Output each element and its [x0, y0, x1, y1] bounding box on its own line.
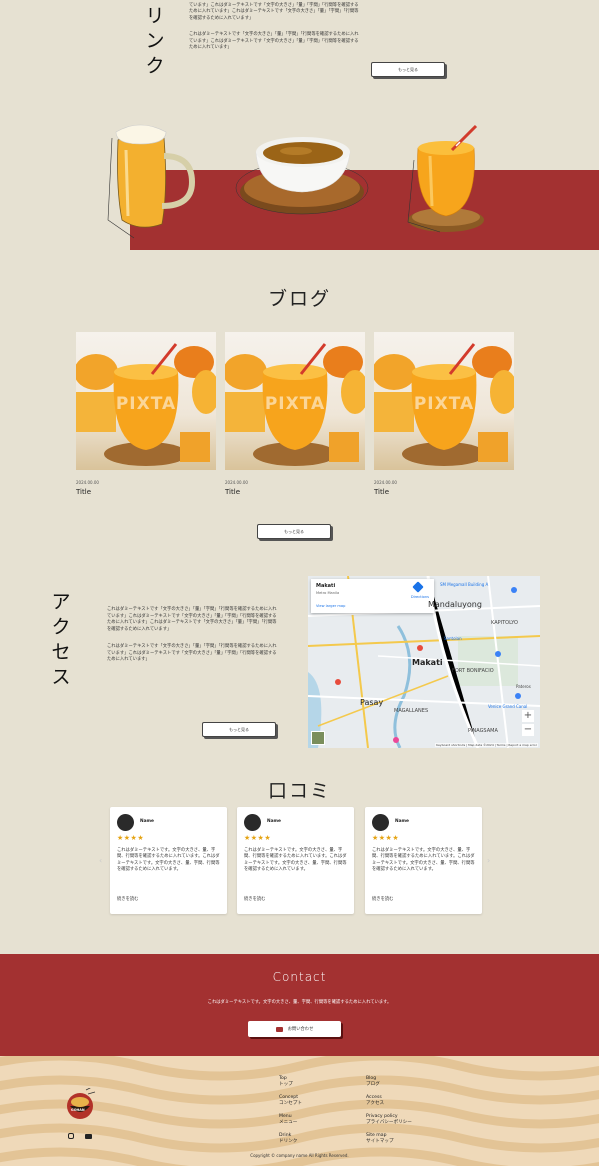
map-label: Santolan [444, 636, 462, 641]
instagram-icon[interactable] [68, 1133, 74, 1139]
carousel-prev-icon[interactable]: ‹ [99, 856, 102, 865]
map-place-sub: Metro Manila [316, 591, 340, 595]
link-paragraph-2: これはダミーテキストです「文字の大きさ」「量」「字間」「行間等を確認するために入… [189, 32, 359, 51]
contact-button-label: お問い合わせ [287, 1027, 314, 1032]
page: リンク これはダミーテキストです「文字の大きさ」「量」「字間」「行間等を確認する… [0, 0, 599, 1166]
footer-link-top[interactable]: Top トップ [279, 1076, 302, 1088]
footer-link-menu[interactable]: Menu メニュー [279, 1114, 302, 1126]
footer-nav-col-1: Top トップ Concept コンセプト Menu メニュー Drink ドリンク [279, 1076, 302, 1152]
access-paragraph-1: これはダミーテキストです「文字の大きさ」「量」「字間」「行間等を確認するために入… [107, 607, 277, 632]
map-label: SM Megamall Building A [440, 582, 489, 587]
avatar [372, 814, 389, 831]
blog-card-title[interactable]: Title [225, 488, 365, 496]
footer-link-drink[interactable]: Drink ドリンク [279, 1133, 302, 1145]
blog-card[interactable]: PIXTA 2024.00.00 Title [76, 332, 216, 496]
logo-text: GOHAN [71, 1108, 85, 1112]
review-text: これはダミーテキストです。文字の大きさ、量、字間、行間等を確認するために入れてい… [372, 848, 475, 873]
review-read-more-link[interactable]: 続きを読む [117, 896, 138, 902]
access-section-title: アクセス [51, 591, 71, 688]
drinks-illustration [107, 124, 484, 239]
contact-button[interactable]: お問い合わせ [248, 1021, 341, 1037]
tea-cup-image [235, 137, 369, 215]
site-logo[interactable]: GOHAN [64, 1085, 96, 1120]
mail-icon [275, 1026, 283, 1032]
blog-more-button[interactable]: もっと見る [257, 524, 331, 539]
map-label: Mandaluyong [428, 600, 482, 609]
zoom-out-button[interactable]: − [522, 724, 534, 736]
google-map[interactable]: Makati Metro Manila View larger map Dire… [308, 576, 540, 748]
blog-card-watermark: PIXTA [264, 394, 326, 414]
footer: GOHAN Top トップ Concept コンセプト Menu メニュー Drink… [0, 1056, 599, 1166]
zoom-in-button[interactable]: + [522, 710, 534, 722]
review-stars: ★★★★ [372, 834, 400, 842]
map-label: Venice Grand Canal [488, 704, 528, 709]
blog-card-watermark: PIXTA [413, 394, 475, 414]
footer-nav-col-2: Blog ブログ Access アクセス Privacy policy プライバシーポ… [366, 1076, 412, 1152]
review-card: Name ★★★★ これはダミーテキストです。文字の大きさ、量、字間、行間等を確… [365, 807, 482, 914]
blog-card-watermark: PIXTA [115, 394, 177, 414]
map-larger-link[interactable]: View larger map [316, 604, 345, 608]
blog-card-title[interactable]: Title [76, 488, 216, 496]
map-label: FORT BONIFACIO [452, 668, 494, 674]
review-name: Name [395, 819, 409, 824]
blog-card-title[interactable]: Title [374, 488, 514, 496]
carousel-next-icon[interactable]: › [487, 856, 490, 865]
map-label: Makati [412, 658, 443, 667]
blog-card-image: PIXTA [374, 332, 514, 470]
footer-link-sitemap[interactable]: Site map サイトマップ [366, 1133, 412, 1145]
review-read-more-link[interactable]: 続きを読む [372, 896, 393, 902]
map-label: KAPITOLYO [491, 620, 518, 626]
review-stars: ★★★★ [244, 834, 272, 842]
blog-heading: ブログ [267, 288, 331, 310]
access-more-button[interactable]: もっと見る [202, 722, 276, 737]
blog-card[interactable]: PIXTA 2024.00.00 Title [225, 332, 365, 496]
link-section-title: リンク [145, 5, 165, 77]
map-label: MAGALLANES [394, 708, 429, 714]
review-stars: ★★★★ [117, 834, 145, 842]
blog-card-date: 2024.00.00 [76, 480, 99, 485]
avatar [117, 814, 134, 831]
review-read-more-link[interactable]: 続きを読む [244, 896, 265, 902]
review-text: これはダミーテキストです。文字の大きさ、量、字間、行間等を確認するために入れてい… [244, 848, 347, 873]
map-label: Pateros [516, 684, 531, 689]
footer-link-access[interactable]: Access アクセス [366, 1095, 412, 1107]
directions-icon[interactable] [412, 581, 424, 593]
review-name: Name [267, 819, 281, 824]
orange-juice-image [407, 124, 484, 233]
blog-card-date: 2024.00.00 [225, 480, 248, 485]
copyright: Copyright © company name All Rights Rese… [250, 1153, 349, 1158]
map-label: Pasay [360, 698, 384, 707]
map-place-name: Makati [316, 583, 336, 589]
blog-card[interactable]: PIXTA 2024.00.00 Title [374, 332, 514, 496]
map-thumbnail[interactable] [311, 731, 325, 745]
review-name: Name [140, 819, 154, 824]
map-label: PINAGSAMA [468, 728, 498, 734]
access-paragraph-2: これはダミーテキストです「文字の大きさ」「量」「字間」「行間等を確認するために入… [107, 644, 277, 663]
contact-heading: Contact [272, 970, 327, 984]
review-text: これはダミーテキストです。文字の大きさ、量、字間、行間等を確認するために入れてい… [117, 848, 220, 873]
blog-card-image: PIXTA [225, 332, 365, 470]
avatar [244, 814, 261, 831]
contact-section: Contact これはダミーテキストです。文字の大きさ、量、字間、行間等を確認す… [0, 954, 599, 1056]
link-paragraph-1: これはダミーテキストです「文字の大きさ」「量」「字間」「行間等を確認するために入… [189, 0, 359, 21]
review-card: Name ★★★★ これはダミーテキストです。文字の大きさ、量、字間、行間等を確… [237, 807, 354, 914]
footer-link-concept[interactable]: Concept コンセプト [279, 1095, 302, 1107]
contact-text: これはダミーテキストです。文字の大きさ、量、字間、行間等を確認するために入れてい… [207, 1000, 392, 1005]
map-directions-link[interactable]: Directions [411, 595, 429, 599]
mail-icon[interactable] [85, 1134, 92, 1139]
footer-link-privacy[interactable]: Privacy policy プライバシーポリシー [366, 1114, 412, 1126]
link-more-button[interactable]: もっと見る [371, 62, 445, 77]
blog-card-image: PIXTA [76, 332, 216, 470]
beer-mug-image [107, 124, 196, 239]
review-card: Name ★★★★ これはダミーテキストです。文字の大きさ、量、字間、行間等を確… [110, 807, 227, 914]
blog-card-date: 2024.00.00 [374, 480, 397, 485]
footer-link-blog[interactable]: Blog ブログ [366, 1076, 412, 1088]
map-info-card: Makati Metro Manila View larger map Dire… [311, 579, 434, 613]
map-attribution: Keyboard shortcuts | Map data ©2024 | Te… [435, 743, 538, 747]
reviews-heading: 口コミ [267, 780, 331, 802]
